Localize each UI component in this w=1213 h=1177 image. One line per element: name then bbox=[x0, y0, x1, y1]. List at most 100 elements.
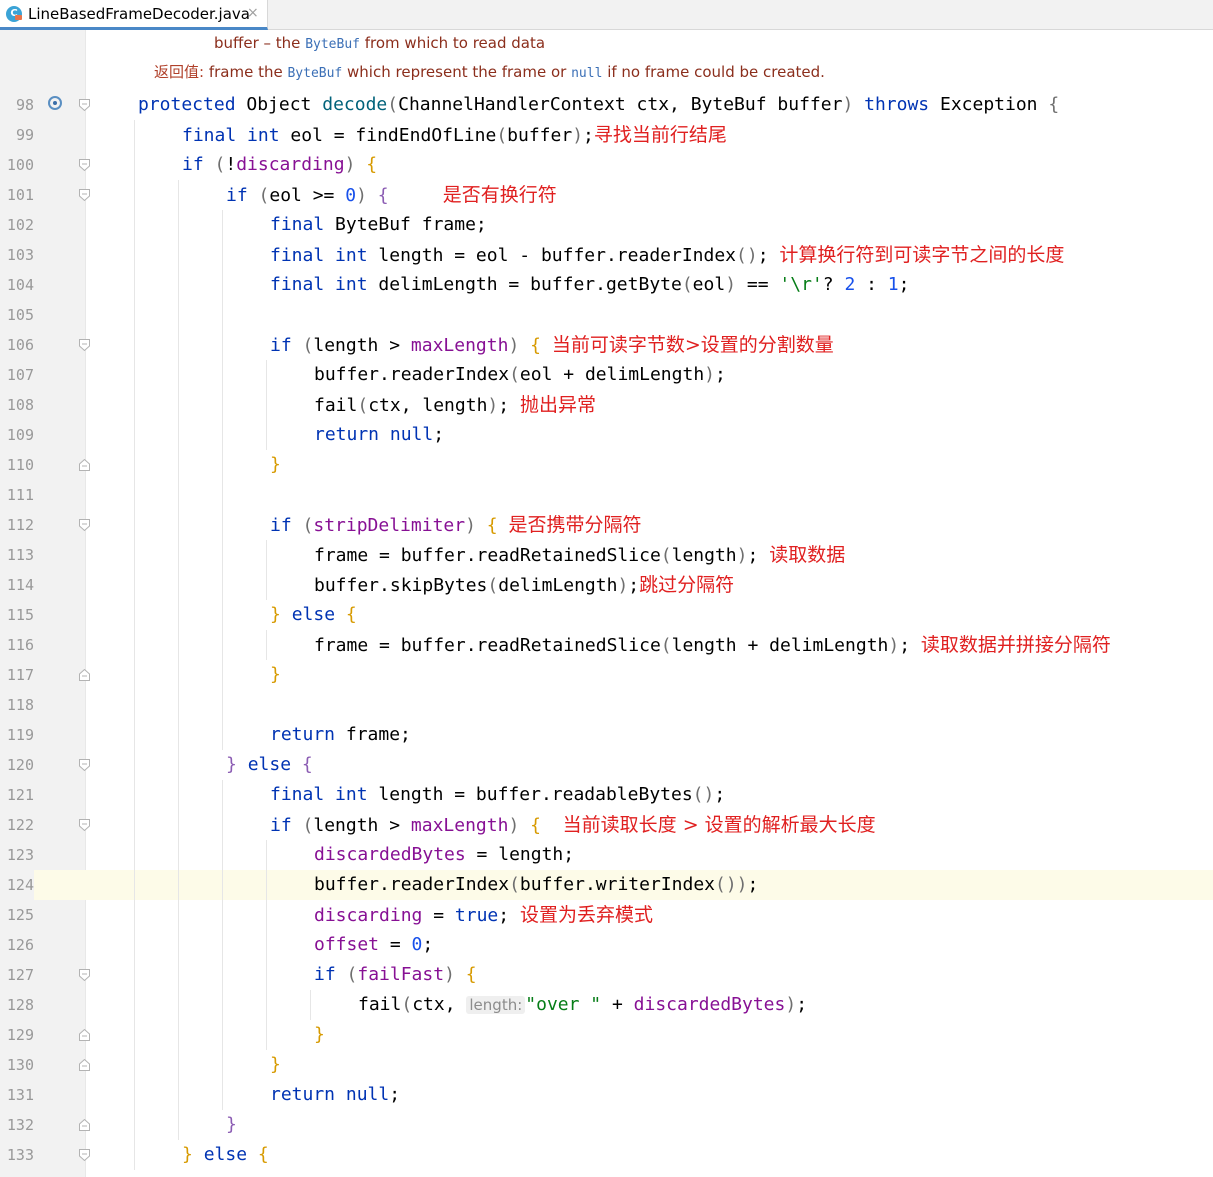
line-number[interactable]: 99 bbox=[0, 120, 34, 150]
code-line[interactable]: 106 if (length > maxLength) { 当前可读字节数>设置的… bbox=[0, 330, 1213, 360]
code-line[interactable]: 126 offset = 0; bbox=[0, 930, 1213, 960]
fold-collapse-icon[interactable] bbox=[79, 759, 90, 771]
line-number[interactable]: 108 bbox=[0, 390, 34, 420]
indent-guide bbox=[134, 1110, 135, 1140]
line-number[interactable]: 101 bbox=[0, 180, 34, 210]
code-line[interactable]: 107 buffer.readerIndex(eol + delimLength)… bbox=[0, 360, 1213, 390]
editor-tab[interactable]: C LineBasedFrameDecoder.java × bbox=[0, 0, 268, 30]
indent-guide bbox=[178, 240, 179, 270]
line-number[interactable]: 106 bbox=[0, 330, 34, 360]
line-number[interactable]: 104 bbox=[0, 270, 34, 300]
code-line[interactable]: 118 bbox=[0, 690, 1213, 720]
line-number[interactable]: 131 bbox=[0, 1080, 34, 1110]
code-line[interactable]: 116 frame = buffer.readRetainedSlice(leng… bbox=[0, 630, 1213, 660]
code-text: if (!discarding) { bbox=[182, 150, 377, 180]
line-number[interactable]: 117 bbox=[0, 660, 34, 690]
line-number[interactable]: 102 bbox=[0, 210, 34, 240]
line-number[interactable]: 109 bbox=[0, 420, 34, 450]
line-number[interactable]: 123 bbox=[0, 840, 34, 870]
line-number[interactable]: 125 bbox=[0, 900, 34, 930]
line-number[interactable]: 128 bbox=[0, 990, 34, 1020]
code-line[interactable]: 110} bbox=[0, 450, 1213, 480]
indent-guide bbox=[266, 990, 267, 1020]
line-number[interactable]: 118 bbox=[0, 690, 34, 720]
line-number[interactable]: 103 bbox=[0, 240, 34, 270]
line-number[interactable]: 114 bbox=[0, 570, 34, 600]
line-number[interactable]: 116 bbox=[0, 630, 34, 660]
code-line[interactable]: 98 protected Object decode(ChannelHandler… bbox=[0, 90, 1213, 120]
line-number[interactable]: 121 bbox=[0, 780, 34, 810]
code-line[interactable]: 117} bbox=[0, 660, 1213, 690]
line-number[interactable]: 105 bbox=[0, 300, 34, 330]
line-number[interactable]: 120 bbox=[0, 750, 34, 780]
code-line[interactable]: 133} else { bbox=[0, 1140, 1213, 1170]
fold-collapse-icon[interactable] bbox=[79, 189, 90, 201]
code-line[interactable]: 100 if (!discarding) { bbox=[0, 150, 1213, 180]
code-token: ( bbox=[660, 545, 672, 566]
code-line[interactable]: 103 final int length = eol - buffer.reade… bbox=[0, 240, 1213, 270]
code-line[interactable]: 101 if (eol >= 0) { 是否有换行符 bbox=[0, 180, 1213, 210]
code-line[interactable]: 104 final int delimLength = buffer.getByt… bbox=[0, 270, 1213, 300]
overrides-icon[interactable] bbox=[48, 96, 62, 110]
line-number[interactable]: 130 bbox=[0, 1050, 34, 1080]
line-number[interactable]: 115 bbox=[0, 600, 34, 630]
code-line[interactable]: 120} else { bbox=[0, 750, 1213, 780]
line-number[interactable]: 133 bbox=[0, 1140, 34, 1170]
code-line[interactable]: 127 if (failFast) { bbox=[0, 960, 1213, 990]
fold-collapse-icon[interactable] bbox=[79, 969, 90, 981]
fold-end-icon[interactable] bbox=[79, 1059, 90, 1071]
fold-collapse-icon[interactable] bbox=[79, 99, 90, 111]
line-number[interactable]: 124 bbox=[0, 870, 34, 900]
fold-collapse-icon[interactable] bbox=[79, 819, 90, 831]
code-line[interactable]: 111 bbox=[0, 480, 1213, 510]
fold-end-icon[interactable] bbox=[79, 1119, 90, 1131]
code-text: } bbox=[270, 450, 281, 480]
code-line[interactable]: 130} bbox=[0, 1050, 1213, 1080]
code-line[interactable]: 102 final ByteBuf frame; bbox=[0, 210, 1213, 240]
code-line[interactable]: 109 return null; bbox=[0, 420, 1213, 450]
code-line[interactable]: 131 return null; bbox=[0, 1080, 1213, 1110]
line-number[interactable]: 113 bbox=[0, 540, 34, 570]
fold-end-icon[interactable] bbox=[79, 1029, 90, 1041]
line-number[interactable]: 126 bbox=[0, 930, 34, 960]
fold-collapse-icon[interactable] bbox=[79, 159, 90, 171]
fold-collapse-icon[interactable] bbox=[79, 519, 90, 531]
code-line[interactable]: 113 frame = buffer.readRetainedSlice(leng… bbox=[0, 540, 1213, 570]
close-tab-icon[interactable]: × bbox=[247, 5, 259, 21]
code-line[interactable]: 108 fail(ctx, length); 抛出异常 bbox=[0, 390, 1213, 420]
line-number[interactable]: 110 bbox=[0, 450, 34, 480]
code-line[interactable]: 112 if (stripDelimiter) { 是否携带分隔符 bbox=[0, 510, 1213, 540]
fold-collapse-icon[interactable] bbox=[79, 1149, 90, 1161]
code-line[interactable]: 119 return frame; bbox=[0, 720, 1213, 750]
code-line[interactable]: 123 discardedBytes = length; bbox=[0, 840, 1213, 870]
code-token: length bbox=[671, 545, 737, 566]
code-line[interactable]: 128 fail(ctx, length: "over " + discardedB… bbox=[0, 990, 1213, 1020]
line-number[interactable]: 100 bbox=[0, 150, 34, 180]
fold-end-icon[interactable] bbox=[79, 669, 90, 681]
line-number[interactable]: 129 bbox=[0, 1020, 34, 1050]
code-line[interactable]: 122 if (length > maxLength) { 当前读取长度 > 设置… bbox=[0, 810, 1213, 840]
code-line[interactable]: 121 final int length = buffer.readableByt… bbox=[0, 780, 1213, 810]
code-line[interactable]: 99 final int eol = findEndOfLine(buffer);… bbox=[0, 120, 1213, 150]
line-number[interactable]: 112 bbox=[0, 510, 34, 540]
line-number[interactable]: 132 bbox=[0, 1110, 34, 1140]
fold-end-icon[interactable] bbox=[79, 459, 90, 471]
line-number[interactable]: 111 bbox=[0, 480, 34, 510]
code-token: + bbox=[601, 994, 634, 1015]
fold-collapse-icon[interactable] bbox=[79, 339, 90, 351]
code-line[interactable]: 105 bbox=[0, 300, 1213, 330]
indent-guide bbox=[178, 330, 179, 360]
line-number[interactable]: 98 bbox=[0, 90, 34, 120]
code-line[interactable]: 124 buffer.readerIndex(buffer.writerIndex… bbox=[0, 870, 1213, 900]
line-number[interactable]: 122 bbox=[0, 810, 34, 840]
line-number[interactable]: 127 bbox=[0, 960, 34, 990]
code-line[interactable]: 114 buffer.skipBytes(delimLength);跳过分隔符 bbox=[0, 570, 1213, 600]
code-editor[interactable]: 98 protected Object decode(ChannelHandler… bbox=[0, 90, 1213, 1170]
code-line[interactable]: 132} bbox=[0, 1110, 1213, 1140]
code-line[interactable]: 125 discarding = true; 设置为丢弃模式 bbox=[0, 900, 1213, 930]
code-line[interactable]: 115} else { bbox=[0, 600, 1213, 630]
line-number[interactable]: 107 bbox=[0, 360, 34, 390]
line-number[interactable]: 119 bbox=[0, 720, 34, 750]
code-line[interactable]: 129} bbox=[0, 1020, 1213, 1050]
